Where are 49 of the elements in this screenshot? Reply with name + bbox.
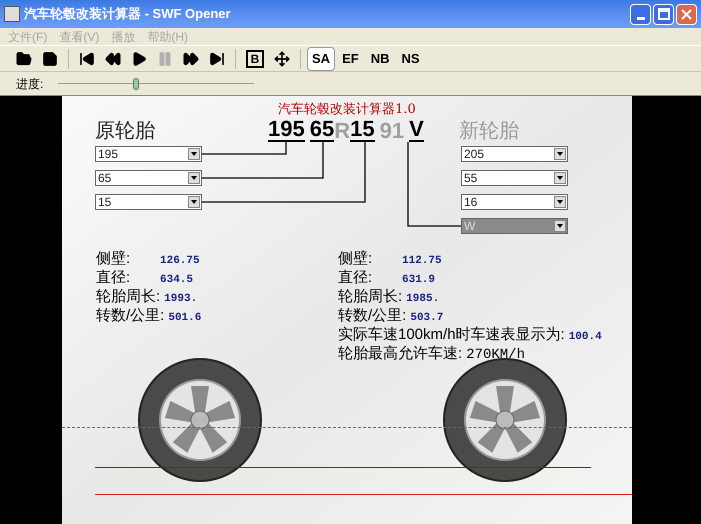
tire-code-part: V: [409, 118, 424, 142]
stat-label: 转数/公里:: [96, 306, 164, 326]
stat-value: 503.7: [410, 311, 444, 326]
stat-label: 直径:: [338, 268, 374, 288]
border-toggle-button[interactable]: B: [246, 50, 264, 68]
app-icon: [4, 6, 20, 22]
dropdown[interactable]: 65: [95, 170, 202, 186]
tire-code-part: R: [334, 120, 350, 142]
close-icon: [681, 8, 692, 20]
stat-label: 轮胎周长:: [338, 287, 402, 307]
mode-button[interactable]: NS: [396, 46, 425, 70]
stat-label: 轮胎最高允许车速:: [338, 344, 462, 364]
dropdown[interactable]: 195: [95, 146, 202, 162]
tire-code-part: 65: [310, 118, 334, 142]
tire-code-part: 195: [268, 118, 305, 142]
slider-thumb[interactable]: [133, 78, 140, 90]
progress-label: 进度:: [16, 76, 44, 92]
dropdown[interactable]: 15: [95, 194, 202, 210]
dropdown[interactable]: 205: [461, 146, 568, 162]
stat-label: 侧壁:: [338, 249, 374, 269]
stat-label: 转数/公里:: [338, 306, 406, 326]
stat-value: 126.75: [160, 254, 200, 269]
stat-value: 634.5: [160, 273, 194, 288]
stat-value: 1985.: [406, 292, 440, 307]
maximize-button[interactable]: [653, 4, 674, 24]
calculator-title: 汽车轮毂改装计算器1.0: [278, 101, 416, 119]
stat-value: 112.75: [402, 254, 442, 269]
tire-code-part: 15: [350, 118, 375, 142]
minimize-button[interactable]: [630, 4, 651, 24]
stat-value: 270KM/h: [466, 346, 525, 365]
original-tire-heading: 原轮胎: [95, 119, 155, 144]
stat-value: 631.9: [402, 273, 436, 288]
stat-value: 1993.: [164, 292, 198, 307]
stat-label: 侧壁:: [96, 249, 132, 269]
stat-label: 直径:: [96, 268, 132, 288]
stat-label: 实际车速100km/h时车速表显示为:: [338, 325, 565, 345]
progress-slider[interactable]: [58, 76, 254, 90]
stat-label: 轮胎周长:: [96, 287, 160, 307]
new-tire-heading: 新轮胎: [459, 119, 519, 144]
stat-value: 100.4: [568, 330, 602, 345]
dropdown[interactable]: 55: [461, 170, 568, 186]
mode-button[interactable]: SA: [307, 46, 336, 70]
window-title: 汽车轮毂改装计算器 - SWF Opener: [24, 5, 231, 24]
mode-button[interactable]: EF: [337, 46, 364, 70]
tire-code-part: 91: [380, 120, 404, 142]
stat-value: 501.6: [168, 311, 202, 326]
dropdown[interactable]: 16: [461, 194, 568, 210]
mode-button[interactable]: NB: [366, 46, 394, 70]
close-button[interactable]: [676, 4, 697, 24]
